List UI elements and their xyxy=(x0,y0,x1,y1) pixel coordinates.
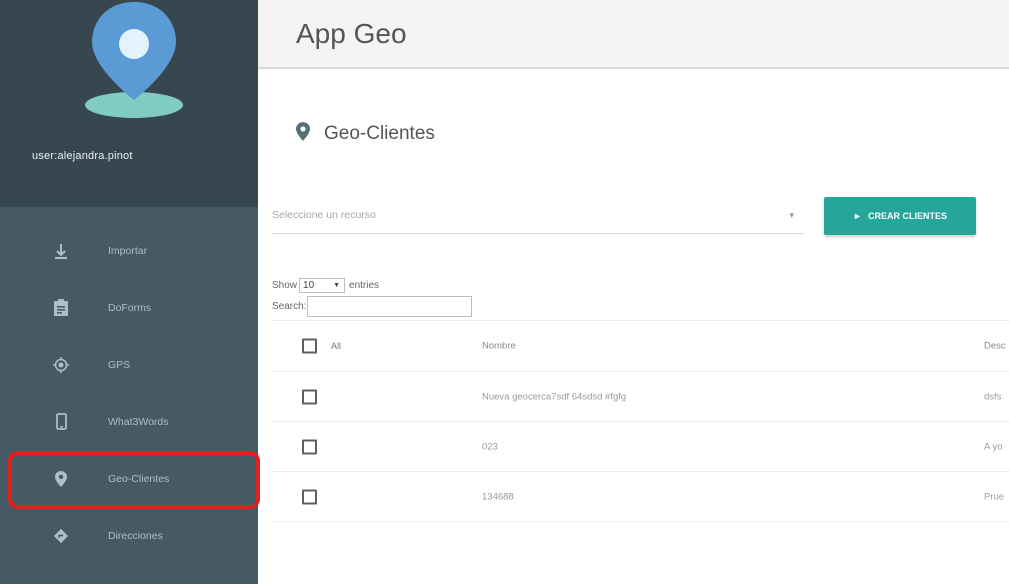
resource-select[interactable]: Seleccione un recurso ▾ xyxy=(272,200,804,234)
entries-label: entries xyxy=(349,280,380,291)
caret-down-icon: ▼ xyxy=(333,282,341,289)
table-header-row: All Nombre Desc xyxy=(272,320,1009,372)
show-label: Show xyxy=(272,280,298,291)
phone-icon xyxy=(52,413,70,431)
sidebar-item-label: Direcciones xyxy=(108,529,163,542)
sidebar-item-doforms[interactable]: DoForms xyxy=(0,279,258,336)
sidebar-item-label: Geo-Clientes xyxy=(108,472,170,485)
table-search: Search: xyxy=(272,296,473,317)
cell-descripcion: A yo xyxy=(984,441,1003,452)
resource-select-placeholder: Seleccione un recurso xyxy=(272,209,376,221)
clients-table: All Nombre Desc Nueva geocerca7sdf 64sds… xyxy=(272,320,1009,522)
map-pin-icon xyxy=(296,122,310,146)
search-input[interactable] xyxy=(307,296,473,317)
profile-panel: user:alejandra.pinot xyxy=(0,0,258,207)
create-clients-label: CREAR CLIENTES xyxy=(867,211,947,221)
page-length-select[interactable]: 10 ▼ xyxy=(299,278,346,293)
caret-down-icon: ▾ xyxy=(789,210,794,220)
sidebar-item-label: DoForms xyxy=(108,301,152,314)
page-length-value: 10 xyxy=(303,280,315,291)
directions-icon xyxy=(52,527,70,545)
username-label: user:alejandra.pinot xyxy=(32,150,133,162)
sidebar-item-label: What3Words xyxy=(108,415,169,428)
sidebar: user:alejandra.pinot Importar DoForms GP… xyxy=(0,0,258,584)
clipboard-icon xyxy=(52,299,70,317)
select-all-checkbox[interactable] xyxy=(302,338,317,354)
sidebar-nav: Importar DoForms GPS What3Words Geo-Clie… xyxy=(0,222,258,564)
create-clients-button[interactable]: ► CREAR CLIENTES xyxy=(824,197,976,235)
sidebar-item-direcciones[interactable]: Direcciones xyxy=(0,507,258,564)
table-row: 023 A yo xyxy=(272,422,1009,472)
sidebar-item-label: Importar xyxy=(108,244,148,257)
sidebar-item-gps[interactable]: GPS xyxy=(0,336,258,393)
app-header: App Geo xyxy=(258,0,1009,69)
download-icon xyxy=(52,242,70,260)
cell-nombre: 023 xyxy=(482,441,498,452)
page-title-text: Geo-Clientes xyxy=(324,123,435,144)
cell-nombre: Nueva geocerca7sdf 64sdsd #fgfg xyxy=(482,391,627,402)
table-row: 134688 Prue xyxy=(272,472,1009,522)
gps-icon xyxy=(52,356,70,374)
page-title: Geo-Clientes xyxy=(296,122,435,146)
app-title: App Geo xyxy=(296,18,407,49)
row-checkbox[interactable] xyxy=(302,489,317,504)
search-label: Search: xyxy=(272,301,307,312)
play-icon: ► xyxy=(853,211,862,221)
sidebar-item-what3words[interactable]: What3Words xyxy=(0,393,258,450)
row-checkbox[interactable] xyxy=(302,439,317,454)
column-header-nombre[interactable]: Nombre xyxy=(482,341,516,352)
select-all-label: All xyxy=(331,341,342,351)
sidebar-item-label: GPS xyxy=(108,358,131,371)
table-row: Nueva geocerca7sdf 64sdsd #fgfg dsfs xyxy=(272,372,1009,422)
page-length-control: Show 10 ▼ entries xyxy=(272,278,379,293)
row-checkbox[interactable] xyxy=(302,389,317,404)
cell-nombre: 134688 xyxy=(482,491,514,502)
location-pin-avatar-icon xyxy=(85,2,183,118)
sidebar-item-geo-clientes[interactable]: Geo-Clientes xyxy=(0,450,258,507)
cell-descripcion: Prue xyxy=(984,491,1005,502)
cell-descripcion: dsfs xyxy=(984,391,1002,402)
column-header-descripcion[interactable]: Desc xyxy=(984,341,1009,352)
map-pin-icon xyxy=(52,470,70,488)
sidebar-item-importar[interactable]: Importar xyxy=(0,222,258,279)
